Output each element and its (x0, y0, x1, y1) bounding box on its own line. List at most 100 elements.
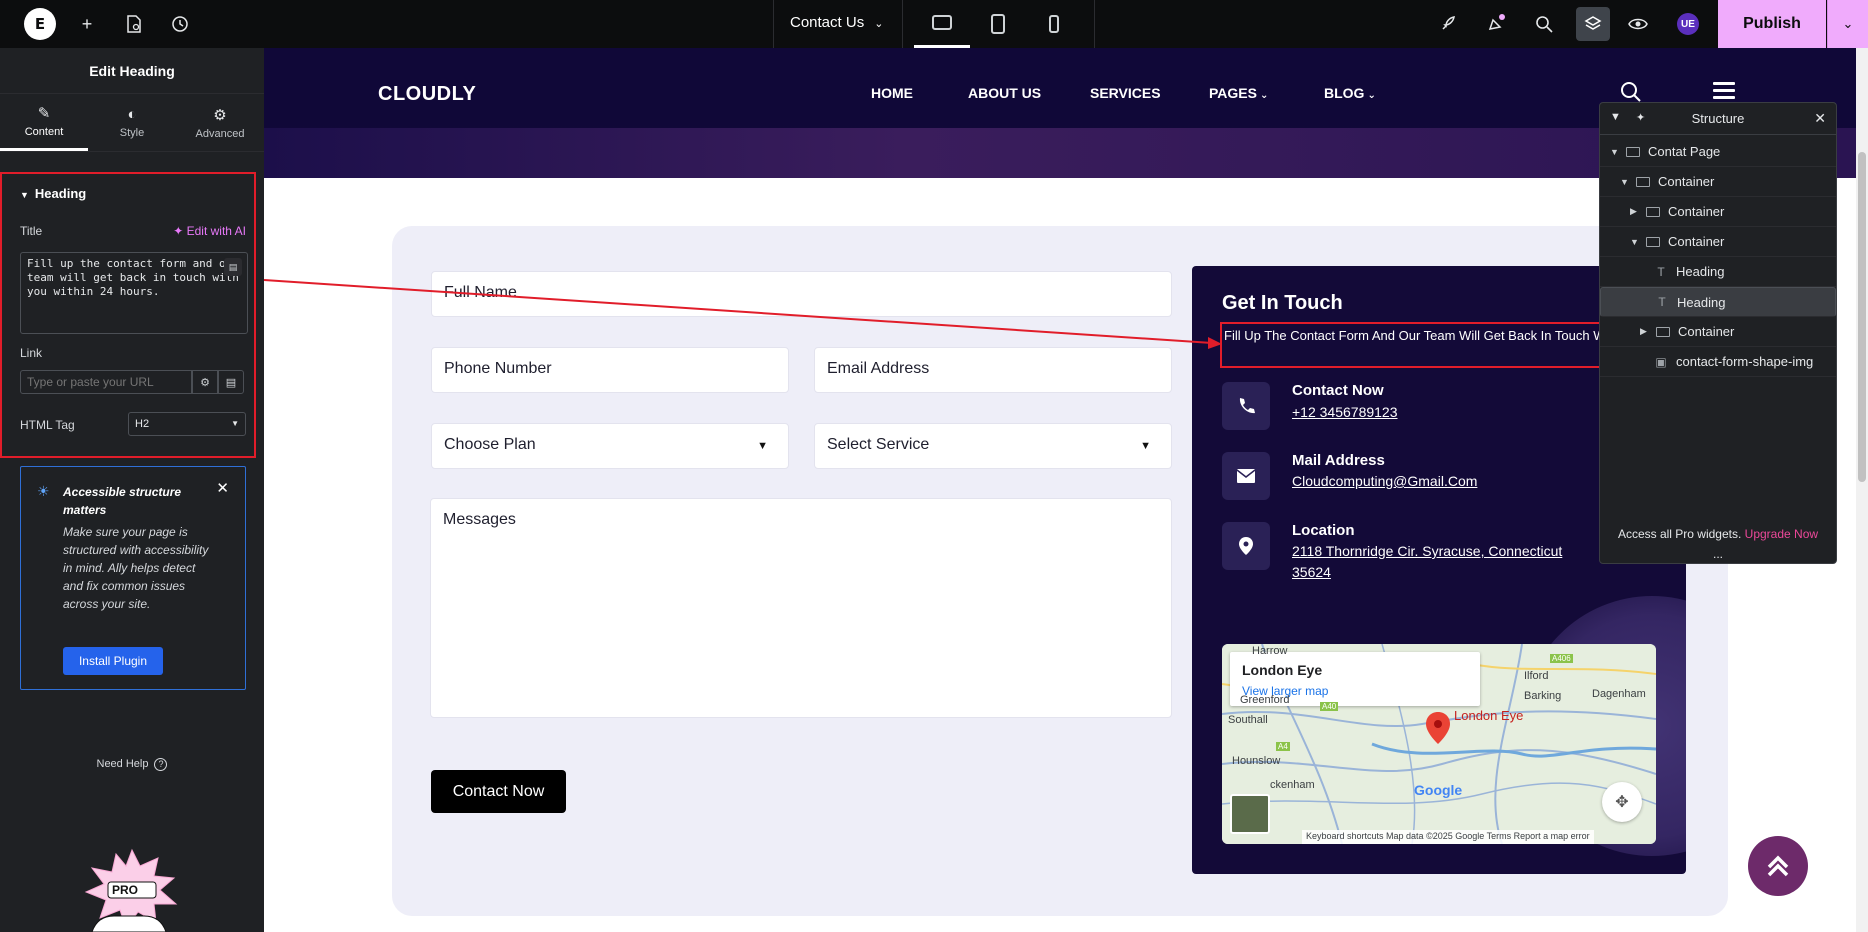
email-placeholder: Email Address (827, 360, 930, 377)
map-label: Dagenham (1592, 688, 1646, 700)
structure-item-image[interactable]: ▣ contact-form-shape-img (1600, 347, 1836, 377)
close-icon[interactable]: ✕ (1814, 110, 1826, 127)
nav-label: BLOG (1324, 85, 1365, 101)
pro-mascot-illustration: PRO (84, 848, 178, 932)
install-plugin-button[interactable]: Install Plugin (63, 647, 163, 675)
preview-eye-icon[interactable] (1626, 12, 1650, 36)
tab-label: Content (24, 126, 64, 138)
messages-textarea[interactable]: Messages (430, 498, 1172, 718)
image-icon: ▣ (1655, 354, 1667, 369)
full-name-input[interactable]: Full Name (431, 271, 1172, 317)
map-footer[interactable]: Keyboard shortcuts Map data ©2025 Google… (1302, 830, 1594, 844)
structure-layers-icon[interactable] (1576, 7, 1610, 41)
location-link[interactable]: 2118 Thornridge Cir. Syracuse, Connectic… (1292, 541, 1582, 583)
structure-item-contat-page[interactable]: ▼ Contat Page (1600, 137, 1836, 167)
plan-select[interactable]: Choose Plan ▼ (431, 423, 789, 469)
heading-icon: T (1658, 295, 1666, 309)
map-label: Barking (1524, 690, 1562, 702)
html-tag-select[interactable]: H2 ▼ (128, 412, 246, 436)
map-label: Ilford (1524, 670, 1549, 682)
scrollbar-thumb[interactable] (1858, 152, 1866, 482)
map-camera-control-icon[interactable]: ✥ (1602, 782, 1642, 822)
pro-upsell: Access all Pro widgets. Upgrade Now (1600, 527, 1836, 541)
nav-item-pages[interactable]: PAGES ⌄ (1209, 85, 1268, 101)
selected-heading[interactable]: Fill Up The Contact Form And Our Team Wi… (1220, 322, 1620, 368)
container-icon (1646, 236, 1660, 247)
link-input[interactable] (20, 370, 192, 394)
nav-item-services[interactable]: SERVICES (1090, 85, 1161, 101)
tab-style[interactable]: ◐ Style (88, 94, 176, 151)
link-options-gear-icon[interactable]: ⚙ (192, 370, 218, 394)
google-map[interactable]: London Eye View larger map London Eye Ha… (1222, 644, 1656, 844)
satellite-toggle[interactable] (1230, 794, 1270, 834)
structure-item-container[interactable]: ▼ Container (1600, 227, 1836, 257)
google-logo: Google (1414, 782, 1463, 798)
page-settings-icon[interactable] (122, 12, 146, 36)
nav-item-blog[interactable]: BLOG ⌄ (1324, 85, 1376, 101)
history-icon[interactable] (168, 12, 192, 36)
desktop-view-icon[interactable] (914, 0, 970, 48)
pro-text: Access all Pro widgets. (1617, 527, 1742, 541)
caret-down-icon: ▼ (1620, 176, 1629, 187)
accessibility-notice: ☀ ✕ Accessible structure matters Make su… (20, 466, 246, 690)
full-name-placeholder: Full Name (444, 284, 517, 301)
ai-sparkle-icon[interactable]: ✦ (1636, 111, 1645, 124)
email-input[interactable]: Email Address (814, 347, 1172, 393)
site-logo[interactable]: CLOUDLY (378, 83, 476, 106)
publish-options-chevron-icon[interactable]: ⌄ (1827, 0, 1868, 48)
top-bar: E + Contact Us ⌄ UE Publish ⌄ (0, 0, 1868, 48)
tab-content[interactable]: ✎ Content (0, 94, 88, 151)
user-avatar[interactable]: UE (1677, 13, 1699, 35)
elementor-logo-icon[interactable]: E (24, 8, 56, 40)
notifications-icon[interactable] (1484, 12, 1508, 36)
structure-item-container[interactable]: ▶ Container (1600, 317, 1836, 347)
nav-label: PAGES (1209, 85, 1257, 101)
service-select[interactable]: Select Service ▼ (814, 423, 1172, 469)
section-title: Heading (34, 186, 87, 201)
collapse-all-icon[interactable]: ▼ (1610, 111, 1621, 123)
tablet-view-icon[interactable] (970, 0, 1026, 48)
container-icon (1636, 176, 1650, 187)
close-icon[interactable]: ✕ (216, 479, 229, 497)
info-title[interactable]: Get In Touch (1222, 292, 1343, 315)
phone-input[interactable]: Phone Number (431, 347, 789, 393)
caret-down-icon: ▼ (231, 419, 239, 428)
structure-item-heading-selected[interactable]: T Heading (1600, 287, 1836, 317)
page-selector[interactable]: Contact Us ⌄ (790, 14, 883, 31)
panel-title: Edit Heading (0, 48, 264, 94)
nav-item-home[interactable]: HOME (871, 85, 913, 101)
contact-phone-link[interactable]: +12 3456789123 (1292, 402, 1398, 423)
lightbulb-icon: ☀ (37, 483, 50, 499)
map-pin-label: London Eye (1454, 708, 1524, 723)
structure-item-heading[interactable]: T Heading (1600, 257, 1836, 287)
mobile-view-icon[interactable] (1026, 0, 1082, 48)
link-dynamic-tags-icon[interactable]: ▤ (218, 370, 244, 394)
phone-placeholder: Phone Number (444, 360, 552, 377)
upgrade-now-link[interactable]: Upgrade Now (1745, 527, 1818, 541)
search-icon[interactable] (1532, 12, 1556, 36)
nav-label: SERVICES (1090, 85, 1161, 101)
more-dots[interactable]: ... (1600, 547, 1836, 561)
contact-now-button[interactable]: Contact Now (431, 770, 566, 813)
section-toggle[interactable]: ▼ Heading (20, 186, 86, 201)
scroll-to-top-button[interactable] (1748, 836, 1808, 896)
publish-button[interactable]: Publish (1718, 0, 1826, 48)
dynamic-tags-icon[interactable]: ▤ (224, 258, 242, 276)
structure-item-container[interactable]: ▼ Container (1600, 167, 1836, 197)
need-help-link[interactable]: Need Help? (0, 758, 264, 771)
location-pin-icon (1222, 522, 1270, 570)
add-element-icon[interactable]: + (75, 12, 99, 36)
canvas-scrollbar[interactable] (1856, 48, 1868, 932)
mail-link[interactable]: Cloudcomputing@Gmail.Com (1292, 471, 1477, 492)
item-label: Container (1668, 204, 1725, 219)
hamburger-menu-icon[interactable] (1713, 82, 1735, 103)
container-icon (1626, 146, 1640, 157)
edit-with-ai-button[interactable]: ✦ Edit with AI (173, 224, 246, 238)
nav-item-about[interactable]: ABOUT US (968, 85, 1041, 101)
rocket-icon[interactable] (1436, 12, 1460, 36)
tab-advanced[interactable]: ⚙ Advanced (176, 94, 264, 151)
caret-down-icon: ▼ (757, 440, 768, 452)
separator (773, 0, 774, 48)
structure-item-container[interactable]: ▶ Container (1600, 197, 1836, 227)
title-textarea[interactable]: Fill up the contact form and our team wi… (20, 252, 248, 334)
